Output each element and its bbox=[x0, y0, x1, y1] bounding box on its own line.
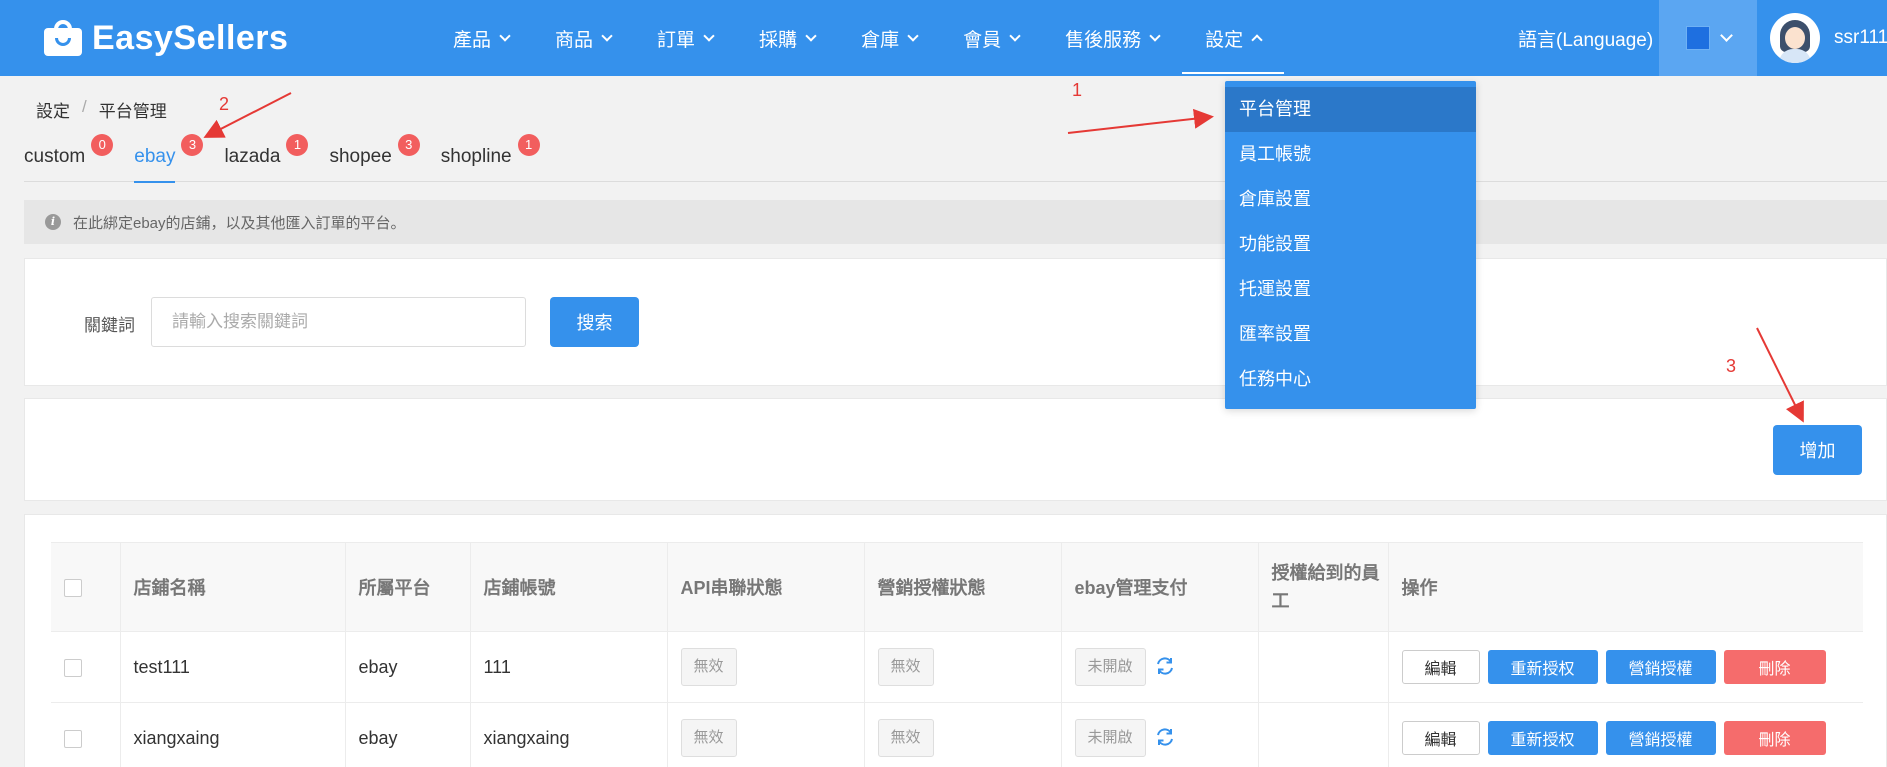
annotation-number-3: 3 bbox=[1726, 356, 1737, 376]
annotation-arrows bbox=[203, 92, 1804, 423]
annotation-arrow-3 bbox=[1756, 327, 1804, 423]
annotation-number-2: 2 bbox=[219, 94, 230, 114]
annotation-number-1: 1 bbox=[1072, 80, 1083, 100]
annotation-arrow-1 bbox=[1067, 108, 1214, 134]
